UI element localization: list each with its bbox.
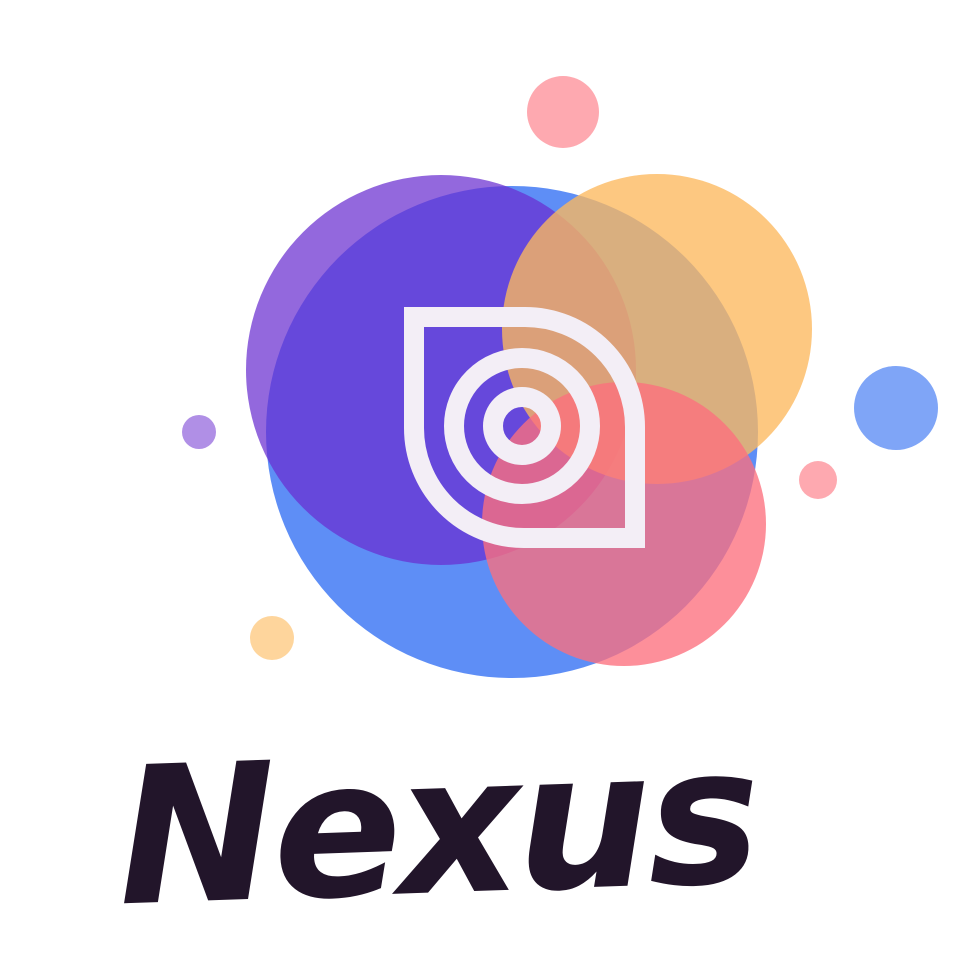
- bubble-purple-small: [182, 415, 216, 449]
- nexus-logo: Nexus: [114, 76, 938, 948]
- bubble-blue-small: [854, 366, 938, 450]
- bubble-orange-small: [250, 616, 294, 660]
- brand-wordmark: Nexus: [114, 705, 760, 948]
- bubble-pink: [482, 382, 766, 666]
- bubble-pink-small-top: [527, 76, 599, 148]
- bubble-pink-small-right: [799, 461, 837, 499]
